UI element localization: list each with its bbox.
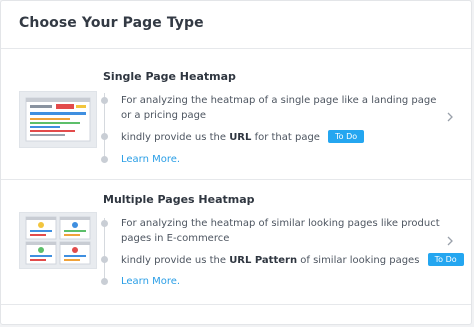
instruction-text: for that page xyxy=(251,132,320,143)
instruction-text: of similar looking pages xyxy=(297,255,420,266)
option-instruction: kindly provide us the URL for that page … xyxy=(121,130,365,143)
timeline-dot xyxy=(101,156,108,163)
todo-badge: To Do xyxy=(427,253,464,266)
instruction-text: kindly provide us the xyxy=(121,132,230,143)
option-title: Multiple Pages Heatmap xyxy=(103,193,255,206)
single-page-thumbnail xyxy=(19,91,97,148)
card-header: Choose Your Page Type xyxy=(1,1,471,49)
learn-more-link[interactable]: Learn More. xyxy=(121,154,180,165)
timeline-dot xyxy=(101,256,108,263)
instruction-keyword: URL Pattern xyxy=(229,255,298,266)
page-type-card: Choose Your Page Type Single Page Heatma… xyxy=(0,0,472,325)
multiple-pages-thumbnail xyxy=(19,212,97,269)
option-single-page-heatmap[interactable]: Single Page Heatmap For analyzing the he… xyxy=(1,49,471,179)
option-description: For analyzing the heatmap of a single pa… xyxy=(121,95,437,121)
timeline-dot xyxy=(101,133,108,140)
row-divider xyxy=(1,304,471,305)
page-title: Choose Your Page Type xyxy=(19,15,204,31)
instruction-text: kindly provide us the xyxy=(121,255,230,266)
timeline-dot xyxy=(101,220,108,227)
instruction-keyword: URL xyxy=(229,132,252,143)
learn-more-link[interactable]: Learn More. xyxy=(121,276,180,287)
timeline-line xyxy=(104,218,105,282)
option-multiple-pages-heatmap[interactable]: Multiple Pages Heatmap For analyzing the… xyxy=(1,180,471,304)
option-description: For analyzing the heatmap of similar loo… xyxy=(121,218,440,244)
option-title: Single Page Heatmap xyxy=(103,70,236,83)
chevron-right-icon[interactable] xyxy=(445,235,455,247)
timeline-dot xyxy=(101,97,108,104)
chevron-right-icon[interactable] xyxy=(445,111,455,123)
option-instruction: kindly provide us the URL Pattern of sim… xyxy=(121,253,464,266)
todo-badge: To Do xyxy=(328,130,365,143)
timeline-dot xyxy=(101,278,108,285)
